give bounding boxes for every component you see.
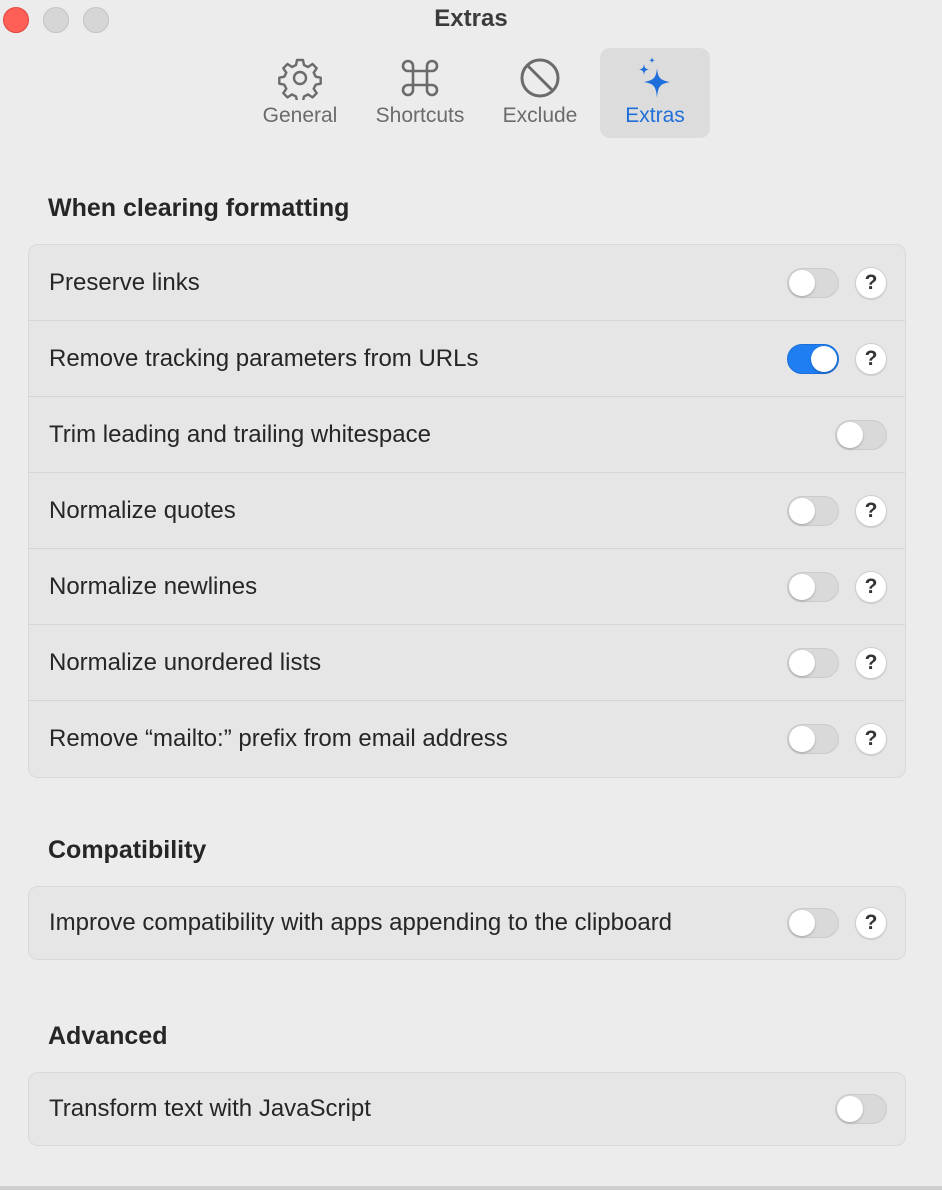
section-title-advanced: Advanced — [48, 1022, 168, 1050]
setting-label: Improve compatibility with apps appendin… — [49, 909, 673, 936]
normalize-newlines-toggle[interactable] — [787, 571, 839, 602]
toggle-knob — [789, 573, 815, 600]
setting-label: Remove “mailto:” prefix from email addre… — [49, 725, 508, 752]
remove-mailto-toggle[interactable] — [787, 724, 839, 754]
toggle-knob — [837, 1096, 863, 1122]
remove-tracking-toggle[interactable] — [787, 343, 839, 374]
sparkles-icon — [639, 57, 670, 98]
window-title: Extras — [434, 5, 508, 32]
setting-label: Normalize newlines — [49, 572, 258, 600]
tab-label: Exclude — [502, 104, 578, 127]
help-button[interactable]: ? — [855, 266, 887, 299]
formatting-group: Preserve links ? Remove tracking paramet… — [28, 244, 906, 778]
tab-label: Extras — [625, 104, 685, 127]
preserve-links-toggle[interactable] — [787, 267, 839, 298]
setting-row-transform-javascript: Transform text with JavaScript — [29, 1073, 905, 1145]
setting-row-normalize-newlines: Normalize newlines ? — [29, 549, 905, 625]
toggle-knob — [837, 421, 863, 448]
help-button[interactable]: ? — [855, 907, 887, 939]
help-button[interactable]: ? — [855, 342, 887, 375]
trim-whitespace-toggle[interactable] — [835, 419, 887, 450]
gear-icon — [278, 58, 322, 100]
setting-row-normalize-quotes: Normalize quotes ? — [29, 473, 905, 549]
setting-label: Trim leading and trailing whitespace — [49, 420, 431, 448]
toggle-knob — [789, 726, 815, 752]
setting-row-trim-whitespace: Trim leading and trailing whitespace — [29, 397, 905, 473]
toggle-knob — [789, 910, 815, 936]
setting-label: Preserve links — [49, 268, 200, 296]
transform-javascript-toggle[interactable] — [835, 1094, 887, 1124]
prohibited-icon — [520, 58, 560, 98]
help-button[interactable]: ? — [855, 494, 887, 527]
section-title-compatibility: Compatibility — [48, 836, 207, 864]
setting-row-improve-compatibility: Improve compatibility with apps appendin… — [29, 887, 905, 959]
toggle-knob — [811, 345, 837, 372]
setting-row-normalize-lists: Normalize unordered lists ? — [29, 625, 905, 701]
tab-label: Shortcuts — [375, 104, 465, 127]
toggle-knob — [789, 497, 815, 524]
tab-label: General — [262, 104, 338, 127]
compatibility-group: Improve compatibility with apps appendin… — [28, 886, 906, 960]
help-button[interactable]: ? — [855, 570, 887, 603]
help-button[interactable]: ? — [855, 723, 887, 755]
tab-shortcuts[interactable]: Shortcuts — [360, 48, 480, 138]
toggle-knob — [789, 649, 815, 676]
settings-window: Extras General Shortcuts Exclude Extras … — [0, 0, 942, 1190]
setting-label: Remove tracking parameters from URLs — [49, 344, 479, 372]
tab-extras[interactable]: Extras — [600, 48, 710, 138]
command-icon — [401, 59, 439, 97]
normalize-lists-toggle[interactable] — [787, 647, 839, 678]
advanced-group: Transform text with JavaScript — [28, 1072, 906, 1146]
toolbar-tabs: General Shortcuts Exclude Extras — [240, 48, 710, 138]
setting-row-remove-mailto: Remove “mailto:” prefix from email addre… — [29, 701, 905, 777]
improve-compatibility-toggle[interactable] — [787, 908, 839, 938]
setting-row-preserve-links: Preserve links ? — [29, 245, 905, 321]
normalize-quotes-toggle[interactable] — [787, 495, 839, 526]
setting-label: Normalize quotes — [49, 496, 236, 524]
setting-label: Transform text with JavaScript — [49, 1095, 371, 1122]
section-title-formatting: When clearing formatting — [48, 194, 350, 222]
help-button[interactable]: ? — [855, 646, 887, 679]
tab-general[interactable]: General — [240, 48, 360, 138]
tab-exclude[interactable]: Exclude — [480, 48, 600, 138]
toggle-knob — [789, 269, 815, 296]
setting-label: Normalize unordered lists — [49, 648, 322, 676]
setting-row-remove-tracking: Remove tracking parameters from URLs ? — [29, 321, 905, 397]
